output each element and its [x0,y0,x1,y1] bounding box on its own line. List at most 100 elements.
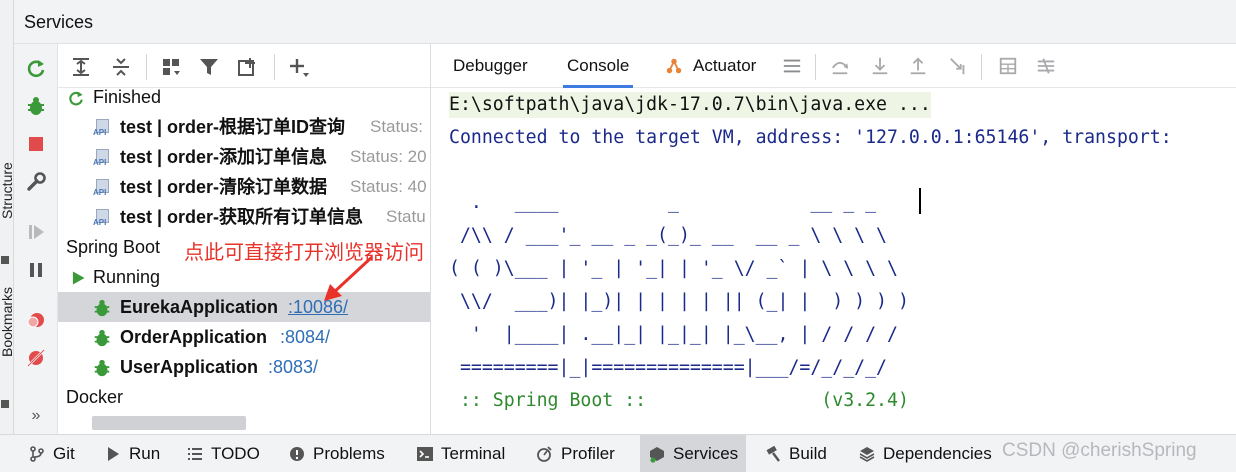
bottom-tab-run[interactable]: Run [104,435,160,472]
step-out-icon [910,57,926,75]
bottom-tab-label: Build [789,444,827,463]
breakpoints-icon [27,313,44,328]
settings-button[interactable] [24,170,48,194]
bottom-tab-problems[interactable]: Problems [288,435,385,472]
bottom-tab-todo[interactable]: TODO [186,435,260,472]
list-icon [188,448,202,460]
bottom-tab-build[interactable]: Build [764,435,827,472]
toolbar-separator [274,54,275,80]
expand-all-button[interactable] [68,54,94,80]
step-into-button[interactable] [869,55,891,77]
text-cursor [919,188,921,214]
tab-actuator[interactable]: Actuator [689,44,760,88]
hammer-icon [766,445,780,462]
request-status: Statu [386,207,426,226]
watermark: CSDN @cherishSpring [1002,440,1197,461]
bottom-tab-profiler[interactable]: Profiler [536,435,615,472]
run-to-cursor-button[interactable] [947,55,969,77]
bottom-tab-git[interactable]: Git [28,435,75,472]
mute-breakpoints-icon [27,349,45,367]
app-name: OrderApplication [120,327,268,347]
wrench-icon [27,172,46,191]
tree-item-request[interactable]: API test | order-获取所有订单信息 [58,202,430,232]
layers-icon [859,447,875,462]
profiler-icon [537,446,552,462]
calculator-icon [999,57,1017,75]
bottom-tab-dependencies[interactable]: Dependencies [858,435,992,472]
window-title: Services [24,12,94,32]
api-request-icon: API [92,148,112,168]
left-tool-strip: Structure Bookmarks [0,0,15,434]
view-breakpoints-button[interactable] [24,308,48,332]
app-port-link[interactable]: :8083/ [268,352,318,382]
bottom-tab-label: Problems [313,444,385,463]
tab-debugger[interactable]: Debugger [449,44,532,88]
bookmarks-tool-tab[interactable]: Bookmarks [0,287,15,357]
annotation-text: 点此可直接打开浏览器访问 [184,242,424,264]
warning-icon [290,447,304,461]
bug-icon [92,298,112,318]
more-actions-icon[interactable]: » [24,404,48,428]
open-in-tab-icon [238,58,255,76]
collapse-all-button[interactable] [108,54,134,80]
collapse-all-icon [113,58,129,76]
banner-line: =========|_|==============|___/=/_/_/_/ [449,357,887,378]
group-label: Spring Boot [66,237,161,257]
app-name: EurekaApplication [120,297,279,317]
menu-icon[interactable] [781,55,803,77]
resume-button[interactable] [24,220,48,244]
filter-button[interactable] [196,54,222,80]
toolbar-separator [815,54,816,80]
mute-breakpoints-button[interactable] [24,346,48,370]
rerun-icon [27,60,45,78]
toolbar-separator [146,54,147,80]
request-name: test | order-根据订单ID查询 [120,117,346,137]
request-name: test | order-清除订单数据 [120,177,328,197]
banner-line: ' |____| .__|_| |_|_| |_\__, | / / / / [449,324,898,345]
debug-button[interactable] [24,94,48,118]
trace-stream-button[interactable] [1035,55,1057,77]
api-request-icon: API [92,118,112,138]
console-command-line: E:\softpath\java\jdk-17.0.7\bin\java.exe… [449,92,931,118]
banner-line: . ____ _ __ _ _ [449,192,877,213]
bottom-tab-label: TODO [211,444,260,463]
tree-item-user-app[interactable]: UserApplication :8083/ [58,352,430,382]
group-label: Docker [66,387,124,407]
console-output[interactable]: E:\softpath\java\jdk-17.0.7\bin\java.exe… [431,88,1236,434]
tree-group-finished[interactable]: Finished [58,82,430,112]
request-status: Status: 40 [350,177,427,196]
rerun-button[interactable] [24,56,48,80]
structure-tool-tab[interactable]: Structure [0,162,15,219]
tree-horizontal-scrollbar[interactable] [92,416,246,430]
stop-button[interactable] [24,132,48,156]
bottom-tab-terminal[interactable]: Terminal [416,435,505,472]
plus-icon [290,59,309,77]
bug-icon [28,97,44,115]
tree-group-docker[interactable]: Docker [58,382,430,412]
bottom-tab-label: Terminal [441,444,506,463]
bottom-tab-label: Dependencies [883,444,992,463]
running-play-icon [68,268,88,288]
request-status: Status: [370,117,423,136]
tree-item-order-app[interactable]: OrderApplication :8084/ [58,322,430,352]
evaluate-expression-button[interactable] [997,55,1019,77]
resume-icon [29,225,44,239]
bottom-tab-label: Run [129,444,161,463]
pause-icon [30,263,42,277]
annotation-arrow-icon [324,255,374,301]
group-icon [163,59,180,75]
add-service-button[interactable] [286,54,312,80]
spring-boot-version-line: :: Spring Boot :: (v3.2.4) [449,390,909,411]
step-out-button[interactable] [907,55,929,77]
trace-icon [1037,58,1055,74]
request-name: test | order-添加订单信息 [120,147,328,167]
terminal-icon [417,447,433,461]
step-over-button[interactable] [829,55,851,77]
app-port-link[interactable]: :8084/ [280,322,330,352]
tab-console[interactable]: Console [563,44,634,88]
pause-button[interactable] [24,258,48,282]
new-tab-button[interactable] [234,54,260,80]
banner-line: \\/ ___)| |_)| | | | | || (_| | ) ) ) ) [449,291,909,312]
group-by-button[interactable] [158,54,184,80]
bottom-tab-services[interactable]: Services [640,435,747,472]
